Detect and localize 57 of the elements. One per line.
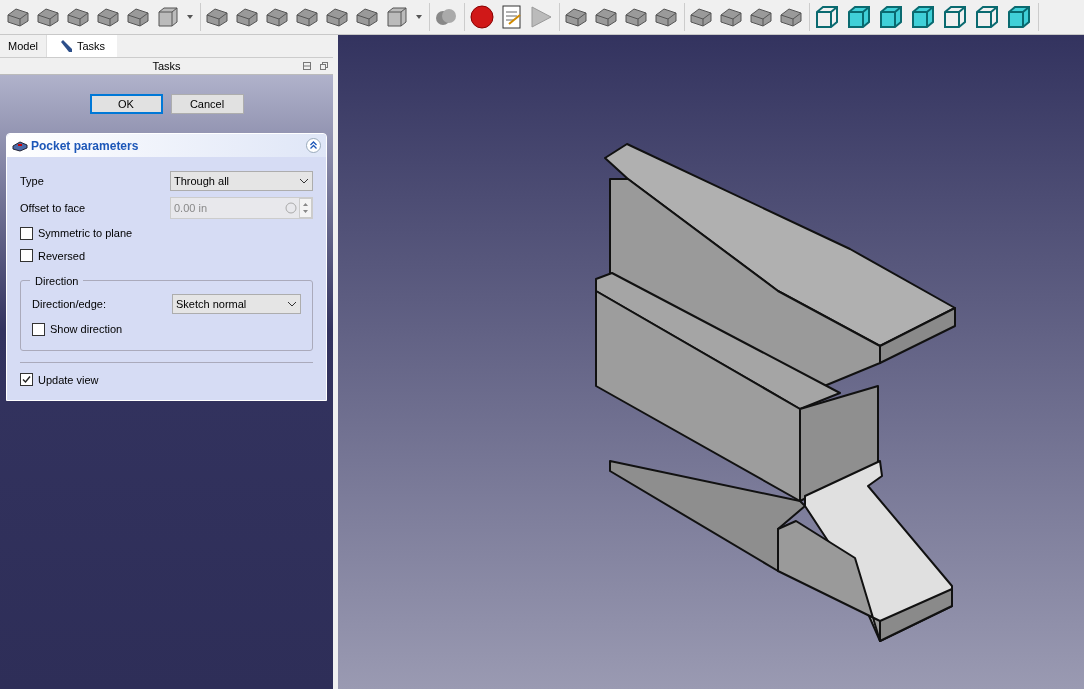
solid-icon[interactable] [126, 5, 150, 29]
cube-icon[interactable] [156, 5, 180, 29]
solid-icon[interactable] [66, 5, 90, 29]
dialog-button[interactable]: OK [89, 94, 163, 114]
cube-view-icon[interactable] [878, 4, 904, 30]
dialog-button[interactable]: Cancel [170, 94, 244, 114]
cube-view-icon[interactable] [974, 4, 1000, 30]
solid-icon[interactable] [235, 5, 259, 29]
chevron-down-icon [299, 178, 309, 184]
checkbox-label: Update view [38, 372, 99, 388]
chevron-down-icon [287, 301, 297, 307]
solid-icon[interactable] [564, 5, 588, 29]
cube-view-icon[interactable] [846, 4, 872, 30]
dock-icon[interactable] [303, 62, 311, 70]
document-icon[interactable] [501, 4, 523, 30]
checkbox-label: Show direction [50, 322, 123, 337]
dropdown[interactable]: Sketch normal [172, 294, 301, 314]
pencil-icon [58, 39, 73, 53]
caret-icon[interactable] [415, 14, 423, 20]
solid-icon[interactable] [719, 5, 743, 29]
float-icon[interactable] [320, 62, 328, 70]
solid-icon[interactable] [265, 5, 289, 29]
cube-view-icon[interactable] [942, 4, 968, 30]
cube-icon[interactable] [385, 5, 409, 29]
3d-viewport[interactable] [338, 35, 1084, 689]
solid-icon[interactable] [205, 5, 229, 29]
checkbox[interactable] [32, 322, 45, 336]
dropdown[interactable]: Through all [170, 171, 313, 191]
checkbox[interactable] [20, 249, 33, 263]
checkbox[interactable] [20, 373, 33, 387]
field-label: Direction/edge: [32, 296, 106, 312]
caret-icon[interactable] [186, 14, 194, 20]
section-title: Pocket parameters [31, 137, 139, 155]
solid-icon[interactable] [624, 5, 648, 29]
solid-icon[interactable] [594, 5, 618, 29]
field-label: Offset to face [20, 200, 86, 216]
cube-view-icon[interactable] [910, 4, 936, 30]
panel-tab[interactable]: Tasks [46, 35, 117, 57]
solid-icon[interactable] [689, 5, 713, 29]
solid-icon[interactable] [295, 5, 319, 29]
solid-icon[interactable] [36, 5, 60, 29]
cube-view-icon[interactable] [814, 4, 840, 30]
checkbox-label: Symmetric to plane [38, 226, 133, 241]
solid-icon[interactable] [325, 5, 349, 29]
solid-icon[interactable] [779, 5, 803, 29]
solid-icon[interactable] [96, 5, 120, 29]
solid-icon[interactable] [749, 5, 773, 29]
checkbox[interactable] [20, 226, 33, 240]
checkbox-label: Reversed [38, 248, 86, 264]
solid-icon[interactable] [355, 5, 379, 29]
panel-title: Tasks [152, 58, 181, 74]
field-label: Type [20, 173, 44, 189]
cube-view-icon[interactable] [1006, 4, 1032, 30]
solid-icon[interactable] [654, 5, 678, 29]
solid-icon[interactable] [6, 5, 30, 29]
record-icon[interactable] [469, 4, 495, 30]
collapse-icon[interactable] [306, 138, 321, 153]
